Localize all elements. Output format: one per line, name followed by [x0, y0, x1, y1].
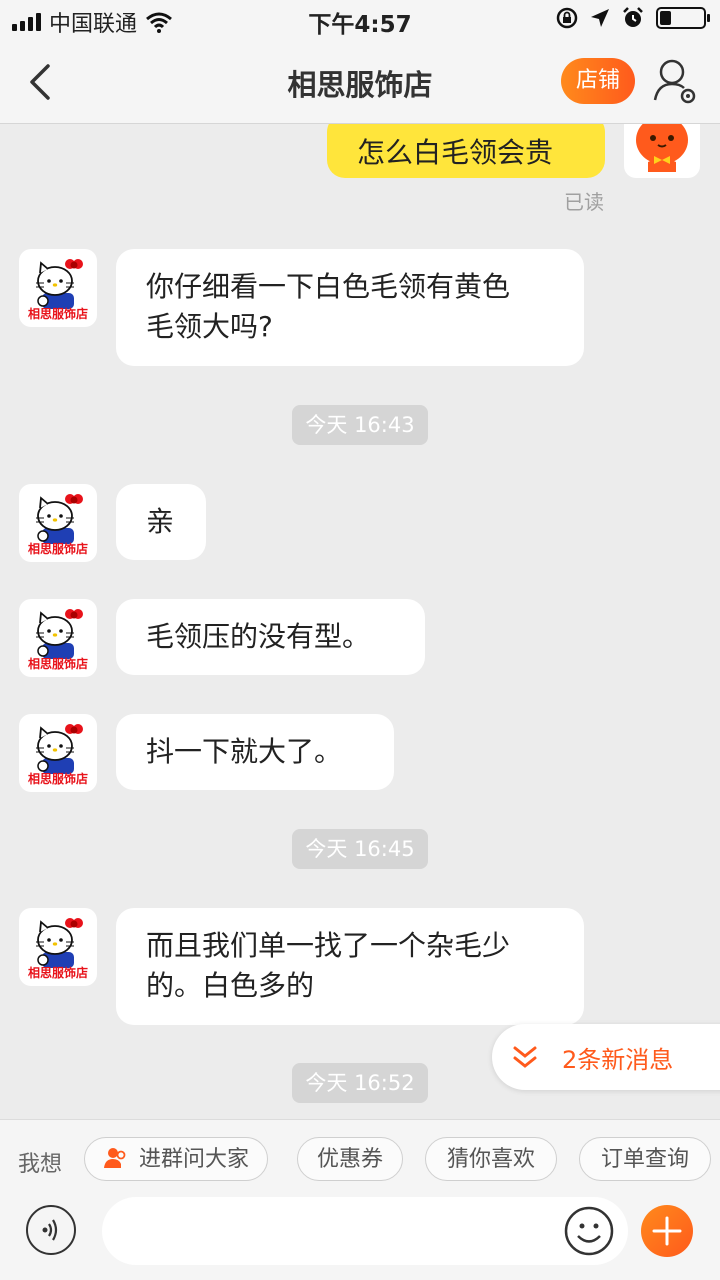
shop-logo-caption: 相思服饰店: [27, 657, 88, 671]
incoming-message[interactable]: 你仔细看一下白色毛领有黄色 毛领大吗?: [116, 249, 584, 366]
my-avatar[interactable]: [624, 124, 700, 178]
battery-icon: [656, 7, 710, 29]
group-chat-icon: [103, 1148, 126, 1168]
shop-avatar[interactable]: 相思服饰店: [19, 484, 97, 562]
shop-button[interactable]: 店铺: [561, 58, 635, 104]
message-input[interactable]: [102, 1197, 628, 1265]
shop-avatar[interactable]: 相思服饰店: [19, 249, 97, 327]
message-text-line: 你仔细看一下白色毛领有黄色: [146, 270, 511, 303]
voice-icon: [42, 1219, 58, 1241]
outgoing-message[interactable]: 怎么白毛领会贵: [327, 124, 605, 178]
user-settings-icon[interactable]: [652, 56, 698, 106]
chip-join-group[interactable]: 进群问大家: [84, 1137, 268, 1181]
message-text: 怎么白毛领会贵: [357, 136, 554, 169]
status-bar: 中国联通 下午4:57: [0, 0, 720, 40]
message-text-line: 毛领大吗?: [146, 310, 273, 343]
message-text: 亲: [146, 505, 175, 538]
incoming-message[interactable]: 而且我们单一找了一个杂毛少 的。白色多的: [116, 908, 584, 1025]
emoji-icon[interactable]: [563, 1205, 615, 1257]
location-icon: [591, 9, 609, 27]
chip-label: 订单查询: [600, 1147, 689, 1172]
input-bar: [0, 1197, 720, 1280]
timestamp: 今天 16:45: [0, 829, 720, 869]
incoming-message[interactable]: 抖一下就大了。: [116, 714, 394, 790]
message-text: 毛领压的没有型。: [146, 620, 371, 653]
incoming-message[interactable]: 亲: [116, 484, 206, 560]
quick-actions-label: 我想: [18, 1152, 63, 1177]
chip-label: 优惠券: [316, 1147, 383, 1172]
shop-avatar[interactable]: 相思服饰店: [19, 599, 97, 677]
plus-button[interactable]: [641, 1205, 693, 1257]
battery-level: [660, 11, 671, 25]
message-text: 抖一下就大了。: [146, 735, 343, 768]
chip-coupons[interactable]: 优惠券: [297, 1137, 403, 1181]
new-messages-button[interactable]: 2条新消息: [492, 1024, 720, 1090]
shop-logo-caption: 相思服饰店: [27, 966, 88, 980]
chat-area[interactable]: 怎么白毛领会贵 已读 相思服饰店 你仔细看一下白色毛领有黄色 毛领大吗? 今天 …: [0, 124, 720, 1118]
timestamp: 今天 16:43: [0, 405, 720, 445]
shop-logo-caption: 相思服饰店: [27, 772, 88, 786]
voice-button[interactable]: [26, 1205, 76, 1255]
chip-order-lookup[interactable]: 订单查询: [579, 1137, 711, 1181]
chip-label: 猜你喜欢: [446, 1147, 535, 1172]
plus-icon: [652, 1216, 682, 1246]
robot-avatar-icon: [636, 124, 688, 172]
nav-bar: 相思服饰店 店铺: [0, 40, 720, 124]
shop-logo-caption: 相思服饰店: [27, 307, 88, 321]
status-icons: [556, 7, 710, 29]
chip-label: 进群问大家: [138, 1147, 249, 1172]
rotation-lock-icon: [556, 7, 578, 29]
shop-logo-caption: 相思服饰店: [27, 542, 88, 556]
shop-avatar[interactable]: 相思服饰店: [19, 908, 97, 986]
double-chevron-down-icon: [513, 1046, 537, 1068]
quick-actions-bar: 我想 进群问大家 优惠券 猜你喜欢 订单查询: [0, 1119, 720, 1198]
message-text-line: 而且我们单一找了一个杂毛少: [146, 929, 511, 962]
alarm-icon: [623, 7, 643, 27]
chip-recommendations[interactable]: 猜你喜欢: [425, 1137, 557, 1181]
message-text-line: 的。白色多的: [146, 969, 315, 1002]
read-receipt: 已读: [564, 190, 604, 214]
incoming-message[interactable]: 毛领压的没有型。: [116, 599, 425, 675]
new-messages-label: 2条新消息: [562, 1045, 674, 1074]
shop-avatar[interactable]: 相思服饰店: [19, 714, 97, 792]
